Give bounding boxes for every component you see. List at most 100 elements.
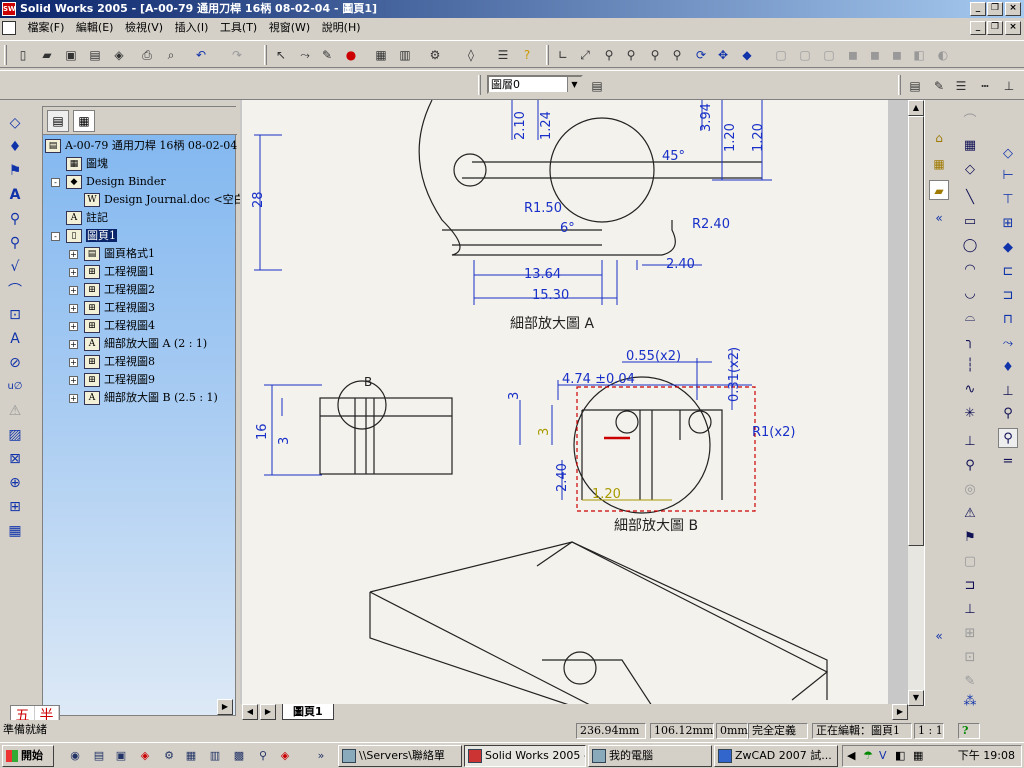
drawing-canvas[interactable]: 28 2.10 1.24 3.94 1.20 1.20 45° R1.50 6°…: [240, 100, 908, 706]
home-icon[interactable]: ⌂: [929, 128, 949, 148]
tab-scroll-left[interactable]: ◀: [242, 704, 258, 720]
dim-6deg[interactable]: 6°: [560, 221, 575, 236]
app-icon-7[interactable]: ◈: [276, 747, 294, 765]
volume-icon[interactable]: ◀: [847, 746, 855, 766]
dim-3-left[interactable]: 3: [277, 437, 292, 445]
dim-diameter-icon[interactable]: ⚲: [998, 428, 1018, 448]
expand-toggle-icon[interactable]: +: [69, 339, 78, 349]
rebuild-icon[interactable]: ●: [342, 46, 360, 64]
cube-icon[interactable]: ◊: [462, 46, 480, 64]
zoom-prev-icon[interactable]: ⚲: [668, 46, 686, 64]
network-icon[interactable]: ☂: [863, 746, 873, 766]
dim-r2-40[interactable]: R2.40: [692, 217, 730, 232]
tab-scroll-right[interactable]: ▶: [260, 704, 276, 720]
section-icon[interactable]: ◐: [934, 46, 952, 64]
task-my-computer[interactable]: 我的電腦: [588, 745, 712, 767]
minimize-button[interactable]: _: [970, 2, 986, 16]
folder-icon[interactable]: ▰: [929, 180, 949, 200]
autodimension-icon[interactable]: ⚑: [6, 162, 24, 180]
note-icon[interactable]: A: [6, 186, 24, 204]
toolbar-grip[interactable]: [478, 75, 481, 95]
print-icon[interactable]: ⎙: [138, 46, 156, 64]
datum-target-icon[interactable]: ⊘: [6, 354, 24, 372]
menu-help[interactable]: 說明(H): [318, 18, 365, 38]
line-thickness-icon[interactable]: ☰: [952, 77, 970, 95]
dim-3-b-yellow[interactable]: 3: [537, 428, 552, 436]
expand-toggle-icon[interactable]: -: [51, 231, 60, 241]
app-icon-6[interactable]: ⚲: [254, 747, 272, 765]
dim-r1-50[interactable]: R1.50: [524, 201, 562, 216]
dim-2-40-b[interactable]: 2.40: [555, 463, 570, 492]
tab-feature-manager[interactable]: ▤: [47, 110, 69, 132]
collapse-icon[interactable]: «: [929, 208, 949, 228]
rotate-icon[interactable]: ⟳: [692, 46, 710, 64]
shaded-edges-icon[interactable]: ◼: [844, 46, 862, 64]
menu-tools[interactable]: 工具(T): [216, 18, 261, 38]
dim-1-24[interactable]: 1.24: [539, 111, 554, 140]
point-icon[interactable]: ✳: [960, 404, 980, 424]
solidworks-icon[interactable]: SW: [2, 2, 16, 16]
zoom-area-icon[interactable]: ⚲: [600, 46, 618, 64]
app-icon-3[interactable]: ▦: [182, 747, 200, 765]
scroll-thumb[interactable]: [908, 116, 924, 546]
hscroll-right[interactable]: ▶: [892, 704, 908, 720]
trim-icon[interactable]: ⊥: [960, 432, 980, 452]
calendar-icon[interactable]: ▦: [913, 746, 923, 766]
menu-window[interactable]: 視窗(W): [265, 18, 314, 38]
scroll-up-button[interactable]: ▲: [908, 100, 924, 116]
app-icon-5[interactable]: ▩: [230, 747, 248, 765]
menu-insert[interactable]: 插入(I): [171, 18, 213, 38]
expand-toggle-icon[interactable]: +: [69, 393, 78, 403]
tree-node[interactable]: ▦ 圖塊: [51, 155, 108, 173]
dim-2-40-a[interactable]: 2.40: [666, 257, 695, 272]
dim-smart-icon[interactable]: ◇: [998, 144, 1018, 164]
move-icon[interactable]: ⊥: [960, 600, 980, 620]
help-icon[interactable]: ?: [518, 46, 536, 64]
tree-node[interactable]: + A 細部放大圖 A (2 : 1): [69, 335, 207, 353]
open-icon[interactable]: ▰: [38, 46, 56, 64]
smart-dim-icon[interactable]: ◇: [960, 160, 980, 180]
toolbar-grip[interactable]: [898, 75, 901, 95]
circle-icon[interactable]: ◯: [960, 236, 980, 256]
block-insert-icon[interactable]: ⊠: [6, 450, 24, 468]
tree-node[interactable]: - ▯ 圖頁1: [51, 227, 117, 245]
dim-0-55[interactable]: 0.55(x2): [626, 349, 681, 364]
collapse-icon-2[interactable]: «: [929, 626, 949, 646]
dim-15-30[interactable]: 15.30: [532, 288, 569, 303]
clock[interactable]: 下午 19:08: [958, 746, 1015, 766]
dim-0-31[interactable]: 0.31(x2): [727, 347, 742, 402]
zoom-selection-icon[interactable]: ⚲: [646, 46, 664, 64]
tree-node[interactable]: + ⊞ 工程視圖8: [69, 353, 155, 371]
sketch-icon[interactable]: ✎: [318, 46, 336, 64]
app-icon-1[interactable]: ▣: [112, 747, 130, 765]
dim-baseline-icon[interactable]: ⊞: [998, 214, 1018, 234]
tree-node[interactable]: + ⊞ 工程視圖4: [69, 317, 155, 335]
start-button[interactable]: 開始: [2, 745, 54, 767]
tree-node[interactable]: + ⊞ 工程視圖9: [69, 371, 155, 389]
tree-node[interactable]: + ⊞ 工程視圖1: [69, 263, 155, 281]
hidden-removed-icon[interactable]: ▢: [820, 46, 838, 64]
auto-balloon-icon[interactable]: ⚲: [6, 234, 24, 252]
weld-symbol-icon[interactable]: ⌒: [6, 282, 24, 300]
expand-toggle-icon[interactable]: +: [69, 357, 78, 367]
relations-icon[interactable]: ⚑: [960, 528, 980, 548]
dim-4-74[interactable]: 4.74 ±0.04: [562, 372, 635, 387]
new-icon[interactable]: ▯: [14, 46, 32, 64]
dim-1-20-c[interactable]: 1.20: [592, 487, 621, 502]
close-button[interactable]: ×: [1005, 2, 1021, 16]
arc-icon[interactable]: ◠: [960, 260, 980, 280]
dim-arc-icon[interactable]: ⊓: [998, 310, 1018, 330]
geometric-tolerance-icon[interactable]: ⊡: [6, 306, 24, 324]
dim-ordinate-icon[interactable]: ◆: [998, 238, 1018, 258]
chevron-down-icon[interactable]: ▼: [567, 77, 581, 92]
pan-icon[interactable]: ✥: [714, 46, 732, 64]
dim-path-length-icon[interactable]: ♦: [998, 358, 1018, 378]
doc-close-button[interactable]: ×: [1005, 21, 1021, 35]
preview-icon[interactable]: ⌕: [162, 46, 180, 64]
desktop-icon[interactable]: ▤: [90, 747, 108, 765]
wireframe-icon[interactable]: ▢: [772, 46, 790, 64]
expand-toggle-icon[interactable]: +: [69, 267, 78, 277]
dim-1-20-b[interactable]: 1.20: [751, 123, 766, 152]
task-solidworks[interactable]: Solid Works 2005 -...: [464, 745, 586, 767]
toolbar-grip[interactable]: [546, 45, 549, 65]
